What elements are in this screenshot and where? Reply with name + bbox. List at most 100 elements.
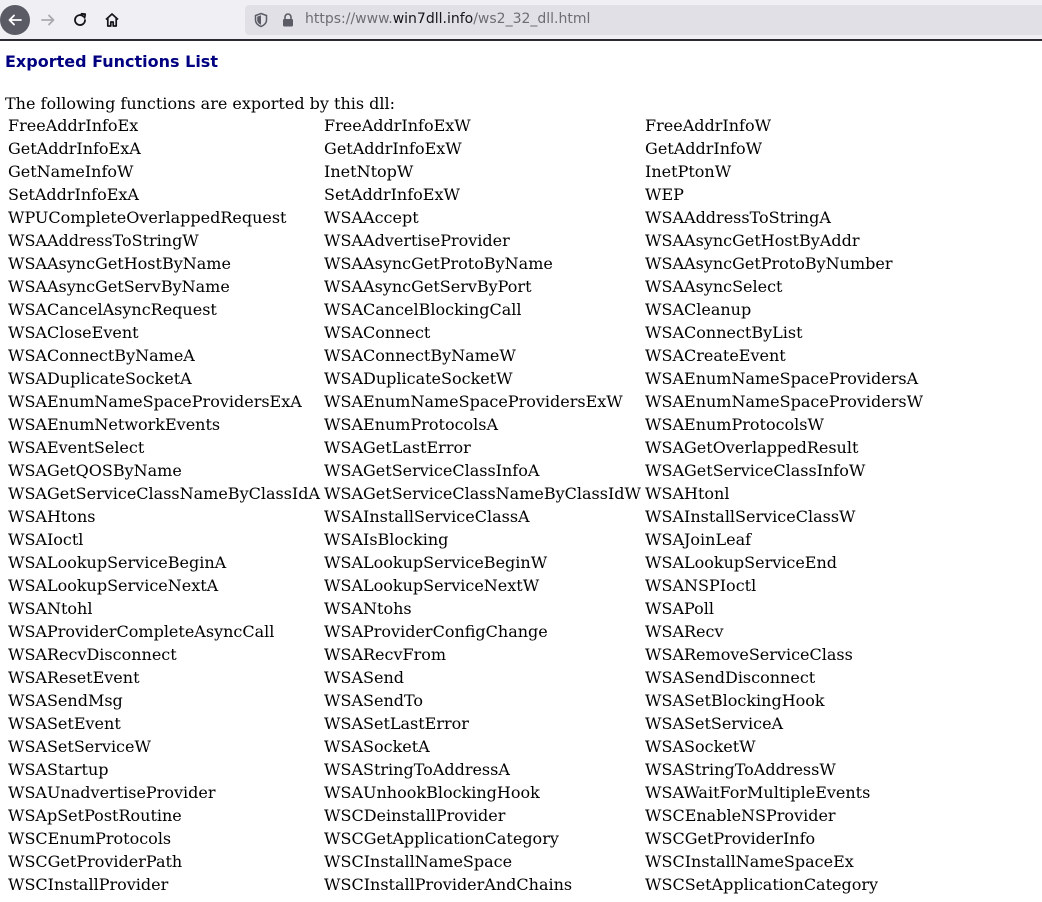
home-button[interactable] xyxy=(97,5,127,35)
function-name-cell: WSCDeinstallProvider xyxy=(324,806,506,825)
function-name-cell: WSAInstallServiceClassW xyxy=(645,507,856,526)
function-name-cell: WSAUnhookBlockingHook xyxy=(324,783,540,802)
table-row: WSANtohl WSANtohs WSAPoll xyxy=(7,597,1036,620)
function-name-cell: WSAAdvertiseProvider xyxy=(324,231,510,250)
function-name-cell: WSAAsyncGetProtoByName xyxy=(324,254,553,273)
function-name-cell: WSALookupServiceNextA xyxy=(8,576,219,595)
table-row: WSASendMsg WSASendTo WSASetBlockingHook xyxy=(7,689,1036,712)
function-name-cell: WSANtohl xyxy=(8,599,93,618)
url-text[interactable]: https://www.win7dll.info/ws2_32_dll.html xyxy=(305,11,590,27)
function-name-cell: WSAConnectByNameA xyxy=(8,346,195,365)
function-name-cell: WEP xyxy=(645,185,684,204)
table-row: WSADuplicateSocketA WSADuplicateSocketW WS… xyxy=(7,367,1036,390)
table-row: WSAHtons WSAInstallServiceClassA WSAInstal… xyxy=(7,505,1036,528)
function-name-cell: WSCSetApplicationCategory xyxy=(645,875,879,894)
function-name-cell: FreeAddrInfoW xyxy=(645,116,772,135)
table-row: WSAEnumNetworkEvents WSAEnumProtocolsA WSA… xyxy=(7,413,1036,436)
function-name-cell: WSAAsyncGetProtoByNumber xyxy=(645,254,893,273)
function-name-cell: WSAGetQOSByName xyxy=(8,461,182,480)
function-name-cell: WSARecv xyxy=(645,622,724,641)
function-name-cell: WSASocketA xyxy=(324,737,430,756)
table-row: WSAUnadvertiseProvider WSAUnhookBlockingH… xyxy=(7,781,1036,804)
function-name-cell: WSAEnumNetworkEvents xyxy=(8,415,221,434)
function-name-cell: WSAInstallServiceClassA xyxy=(324,507,530,526)
table-row: WSCGetProviderPath WSCInstallNameSpace WSC… xyxy=(7,850,1036,873)
function-name-cell: InetPtonW xyxy=(645,162,732,181)
reload-button[interactable] xyxy=(65,5,95,35)
function-name-cell: SetAddrInfoExA xyxy=(8,185,139,204)
table-row: WSCInstallProvider WSCInstallProviderAndC… xyxy=(7,873,1036,896)
function-name-cell: WSALookupServiceNextW xyxy=(324,576,540,595)
back-button[interactable] xyxy=(0,5,30,35)
function-name-cell: WSAAsyncGetHostByName xyxy=(8,254,231,273)
function-name-cell: WSARecvFrom xyxy=(324,645,447,664)
table-row: WSAAsyncGetHostByName WSAAsyncGetProtoByN… xyxy=(7,252,1036,275)
url-path: /ws2_32_dll.html xyxy=(473,11,591,27)
function-name-cell: WSAGetServiceClassNameByClassIdA xyxy=(8,484,321,503)
function-name-cell: InetNtopW xyxy=(324,162,414,181)
table-row: WSAEnumNameSpaceProvidersExA WSAEnumNameS… xyxy=(7,390,1036,413)
functions-table: FreeAddrInfoEx FreeAddrInfoExW FreeAddrInf… xyxy=(5,114,1038,896)
url-domain: win7dll.info xyxy=(392,11,474,27)
function-name-cell: WSAEnumNameSpaceProvidersExA xyxy=(8,392,302,411)
function-name-cell: WSADuplicateSocketA xyxy=(8,369,192,388)
table-row: WSARecvDisconnect WSARecvFrom WSARemoveSer… xyxy=(7,643,1036,666)
function-name-cell: WSCGetProviderPath xyxy=(8,852,183,871)
arrow-left-icon xyxy=(8,14,22,26)
function-name-cell: WSAAsyncGetServByPort xyxy=(324,277,532,296)
reload-icon xyxy=(74,12,87,26)
function-name-cell: WSCInstallProviderAndChains xyxy=(324,875,573,894)
functions-table-body: FreeAddrInfoEx FreeAddrInfoExW FreeAddrInf… xyxy=(7,114,1036,896)
function-name-cell: WSANtohs xyxy=(324,599,412,618)
function-name-cell: GetAddrInfoW xyxy=(645,139,763,158)
home-icon xyxy=(105,13,119,27)
function-name-cell: WSALookupServiceEnd xyxy=(645,553,838,572)
function-name-cell: WSASetLastError xyxy=(324,714,469,733)
function-name-cell: WSACleanup xyxy=(645,300,752,319)
function-name-cell: WSAIsBlocking xyxy=(324,530,449,549)
function-name-cell: WSAGetServiceClassNameByClassIdW xyxy=(324,484,641,503)
function-name-cell: WSARecvDisconnect xyxy=(8,645,177,664)
function-name-cell: WSARemoveServiceClass xyxy=(645,645,853,664)
function-name-cell: WSCInstallNameSpace xyxy=(324,852,513,871)
table-row: WSASetEvent WSASetLastError WSASetServiceA xyxy=(7,712,1036,735)
function-name-cell: WSADuplicateSocketW xyxy=(324,369,513,388)
function-name-cell: WSASendDisconnect xyxy=(645,668,816,687)
function-name-cell: GetNameInfoW xyxy=(8,162,134,181)
function-name-cell: WSAAddressToStringW xyxy=(8,231,199,250)
function-name-cell: WSAPoll xyxy=(645,599,714,618)
function-name-cell: WSAEnumNameSpaceProvidersW xyxy=(645,392,924,411)
function-name-cell: WSASetServiceW xyxy=(8,737,151,756)
forward-button[interactable] xyxy=(33,5,63,35)
url-bar[interactable]: https://www.win7dll.info/ws2_32_dll.html xyxy=(245,5,1042,35)
browser-toolbar: https://www.win7dll.info/ws2_32_dll.html xyxy=(0,0,1042,40)
function-name-cell: WSAConnect xyxy=(324,323,431,342)
table-row: WSACloseEvent WSAConnect WSAConnectByList xyxy=(7,321,1036,344)
table-row: WSAGetServiceClassNameByClassIdA WSAGetSe… xyxy=(7,482,1036,505)
function-name-cell: WSCEnumProtocols xyxy=(8,829,172,848)
function-name-cell: WSAResetEvent xyxy=(8,668,140,687)
function-name-cell: WSAUnadvertiseProvider xyxy=(8,783,216,802)
shield-icon[interactable] xyxy=(253,12,269,28)
function-name-cell: WSAAsyncSelect xyxy=(645,277,783,296)
table-row: WSACancelAsyncRequest WSACancelBlockingCa… xyxy=(7,298,1036,321)
function-name-cell: WPUCompleteOverlappedRequest xyxy=(8,208,287,227)
table-row: WSAIoctl WSAIsBlocking WSAJoinLeaf xyxy=(7,528,1036,551)
function-name-cell: WSASend xyxy=(324,668,404,687)
function-name-cell: WSCGetApplicationCategory xyxy=(324,829,559,848)
function-name-cell: FreeAddrInfoExW xyxy=(324,116,471,135)
lock-icon[interactable] xyxy=(281,12,295,28)
function-name-cell: WSAEnumNameSpaceProvidersA xyxy=(645,369,919,388)
table-row: WSCEnumProtocols WSCGetApplicationCategor… xyxy=(7,827,1036,850)
function-name-cell: WSACancelAsyncRequest xyxy=(8,300,217,319)
function-name-cell: WSCGetProviderInfo xyxy=(645,829,816,848)
table-row: WPUCompleteOverlappedRequest WSAAccept WSA… xyxy=(7,206,1036,229)
table-row: WSASetServiceW WSASocketA WSASocketW xyxy=(7,735,1036,758)
function-name-cell: WSACreateEvent xyxy=(645,346,786,365)
function-name-cell: WSALookupServiceBeginW xyxy=(324,553,548,572)
function-name-cell: WSAConnectByList xyxy=(645,323,803,342)
function-name-cell: WSAAsyncGetServByName xyxy=(8,277,230,296)
table-row: FreeAddrInfoEx FreeAddrInfoExW FreeAddrInf… xyxy=(7,114,1036,137)
arrow-right-icon xyxy=(41,14,55,26)
function-name-cell: WSApSetPostRoutine xyxy=(8,806,182,825)
